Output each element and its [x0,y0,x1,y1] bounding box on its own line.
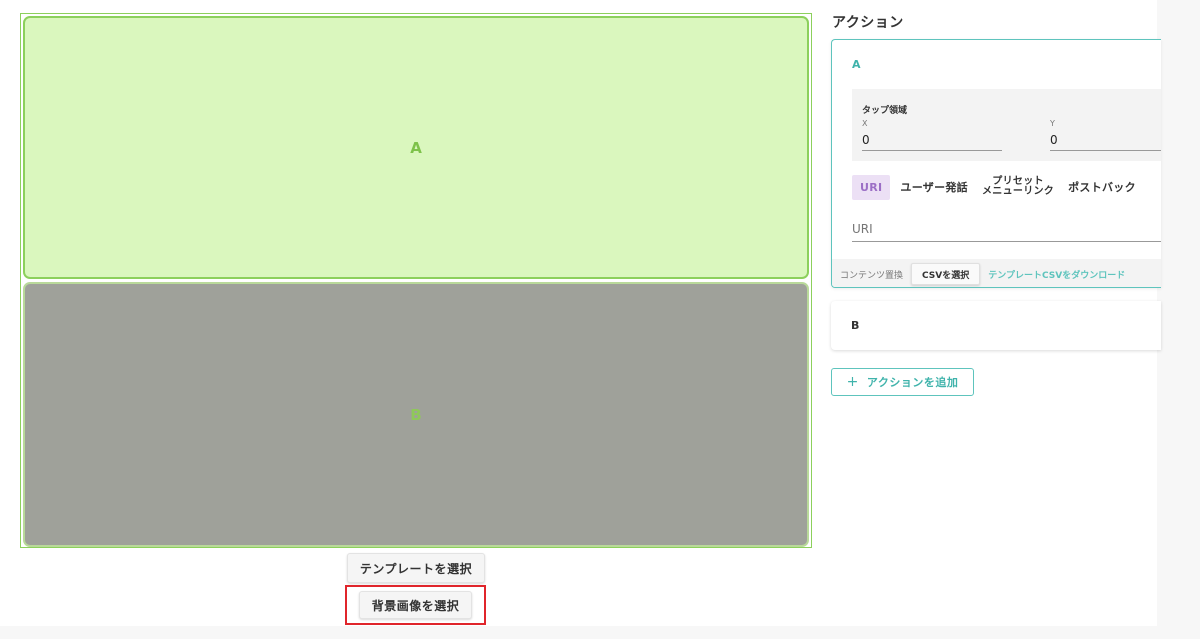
y-label: Y [1050,119,1055,128]
x-label: X [862,119,868,128]
tab-uri[interactable]: URI [852,174,891,200]
tap-area-title: タップ領域 [862,106,908,116]
action-type-tabs: URI ユーザー発話 プリセット メニューリンク ポストバック [852,172,1150,202]
actions-title: アクション [832,15,904,31]
action-card-b-title: B [851,319,860,332]
x-input[interactable] [862,131,1002,151]
tab-postback[interactable]: ポストバック [1068,182,1136,193]
tab-user-utterance[interactable]: ユーザー発話 [900,182,968,193]
tab-preset-menu-link[interactable]: プリセット メニューリンク [982,177,1054,197]
tap-area-a-label: A [410,138,422,157]
content-replace-row: コンテンツ置換 CSVを選択 テンプレートCSVをダウンロード [832,259,1161,287]
select-background-button[interactable]: 背景画像を選択 [359,591,472,619]
action-card-b[interactable]: B [831,301,1161,350]
plus-icon: + [846,374,859,390]
action-card-a-title[interactable]: A [852,58,861,71]
tap-area-section: タップ領域 X Y [852,89,1161,161]
action-card-a: A タップ領域 X Y URI ユーザー発話 プリセット メニューリンク ポスト… [831,39,1161,288]
richmenu-canvas: A B [20,13,812,548]
tap-area-b[interactable]: B [23,282,809,547]
select-csv-button[interactable]: CSVを選択 [911,263,981,285]
y-input[interactable] [1050,131,1161,151]
tap-area-a[interactable]: A [23,16,809,279]
add-action-label: アクションを追加 [866,376,959,389]
download-template-csv-link[interactable]: テンプレートCSVをダウンロード [988,268,1125,281]
uri-input[interactable] [852,216,1161,242]
add-action-button[interactable]: + アクションを追加 [831,368,974,396]
select-template-button[interactable]: テンプレートを選択 [347,553,485,583]
tap-area-b-label: B [410,405,422,424]
content-replace-label: コンテンツ置換 [840,270,904,281]
